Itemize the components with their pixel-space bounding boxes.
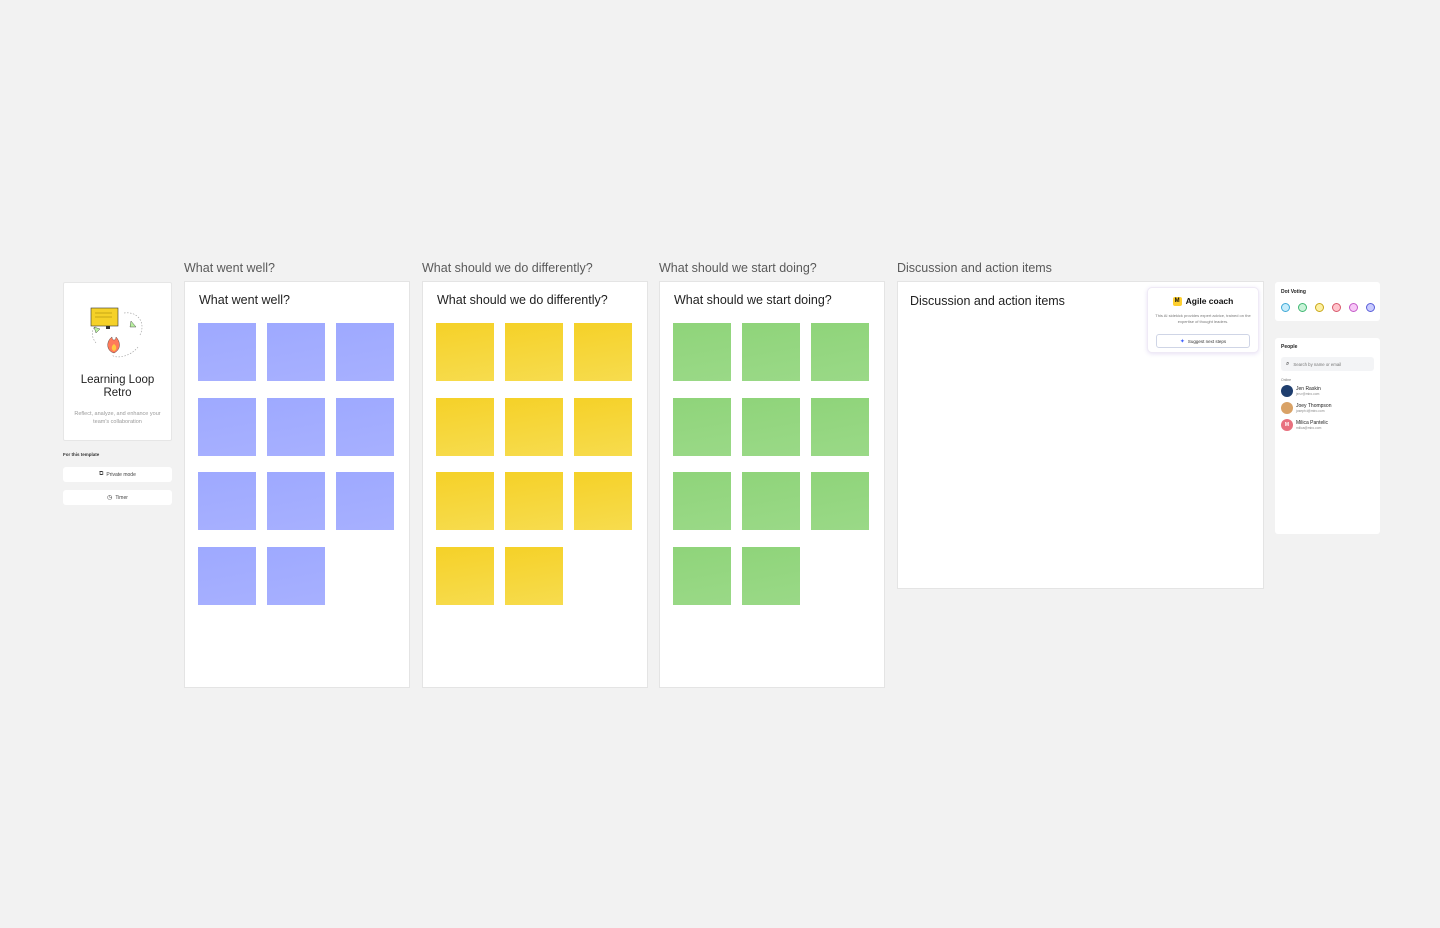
template-illustration-icon — [90, 307, 143, 358]
frame-label-discussion[interactable]: Discussion and action items — [897, 261, 1052, 275]
sticky-note[interactable] — [436, 397, 494, 456]
sticky-note[interactable] — [574, 397, 632, 456]
voting-dot[interactable] — [1298, 303, 1307, 312]
sticky-note[interactable] — [742, 546, 800, 605]
sticky-note[interactable] — [505, 546, 563, 605]
private-mode-icon: ⧉ — [99, 471, 104, 477]
person-email: milica@miro.com — [1296, 426, 1322, 430]
voting-dot[interactable] — [1366, 303, 1375, 312]
for-template-label: For this template — [63, 452, 100, 457]
frame-start-doing[interactable]: What should we start doing? — [659, 281, 885, 688]
suggest-next-steps-label: Suggest next steps — [1187, 338, 1227, 344]
people-card: People ⌕ Online Jen Raskin jen.r@miro.co… — [1275, 338, 1380, 534]
frame-label-do-differently[interactable]: What should we do differently? — [422, 261, 593, 275]
agile-coach-logo-icon: M — [1172, 296, 1182, 306]
person-item[interactable]: Joey Thompson joseph.t@miro.com — [1281, 402, 1331, 414]
sticky-note[interactable] — [436, 546, 494, 605]
sticky-note[interactable] — [198, 397, 256, 456]
sticky-note[interactable] — [436, 323, 494, 381]
sticky-note[interactable] — [336, 472, 394, 530]
sticky-note[interactable] — [574, 472, 632, 530]
agile-coach-card: M Agile coach This AI sidekick provides … — [1147, 287, 1259, 353]
frame-title: What went well? — [199, 293, 291, 307]
frame-title: What should we start doing? — [674, 293, 832, 307]
avatar — [1281, 385, 1293, 397]
people-title: People — [1281, 344, 1298, 350]
sticky-note[interactable] — [811, 323, 869, 381]
dot-voting-dots — [1281, 303, 1375, 312]
template-description: Reflect, analyze, and enhance your team'… — [74, 411, 161, 425]
sticky-note[interactable] — [673, 323, 731, 381]
sticky-note[interactable] — [742, 323, 800, 381]
sticky-note[interactable] — [267, 397, 325, 456]
voting-dot[interactable] — [1349, 303, 1358, 312]
template-title-line1: Learning Loop — [80, 374, 155, 386]
sticky-note[interactable] — [198, 472, 256, 530]
frame-went-well[interactable]: What went well? — [184, 281, 410, 688]
sticky-note[interactable] — [742, 472, 800, 530]
avatar — [1281, 402, 1293, 414]
frame-label-went-well[interactable]: What went well? — [184, 261, 275, 275]
timer-label: Timer — [115, 494, 128, 501]
sticky-note[interactable] — [267, 546, 325, 605]
agile-coach-description: This AI sidekick provides expert advice,… — [1155, 313, 1251, 324]
agile-coach-title: Agile coach — [1185, 296, 1234, 306]
sticky-note[interactable] — [198, 546, 256, 605]
frame-label-start-doing[interactable]: What should we start doing? — [659, 261, 817, 275]
sticky-note[interactable] — [811, 472, 869, 530]
suggest-next-steps-button[interactable]: ✦ Suggest next steps — [1156, 334, 1250, 348]
sticky-note[interactable] — [505, 472, 563, 530]
sticky-note[interactable] — [742, 397, 800, 456]
private-mode-label: Private mode — [106, 471, 136, 478]
person-item[interactable]: Jen Raskin jen.r@miro.com — [1281, 385, 1321, 397]
frame-title: Discussion and action items — [910, 294, 1065, 308]
voting-dot[interactable] — [1315, 303, 1324, 312]
sticky-note[interactable] — [198, 323, 256, 381]
person-item[interactable]: M Milica Pantelic milica@miro.com — [1281, 419, 1328, 431]
people-search-input[interactable] — [1293, 361, 1374, 367]
sticky-note[interactable] — [811, 397, 869, 456]
sticky-note[interactable] — [505, 397, 563, 456]
frame-do-differently[interactable]: What should we do differently? — [422, 281, 648, 688]
sticky-note[interactable] — [673, 546, 731, 605]
people-search[interactable]: ⌕ — [1281, 357, 1374, 371]
timer-button[interactable]: ◷ Timer — [63, 490, 172, 505]
template-title-line2: Retro — [103, 387, 132, 399]
sticky-note[interactable] — [267, 472, 325, 530]
sticky-note[interactable] — [336, 397, 394, 456]
timer-icon: ◷ — [107, 495, 113, 501]
avatar: M — [1281, 419, 1293, 431]
private-mode-button[interactable]: ⧉ Private mode — [63, 467, 172, 482]
template-title: Learning Loop Retro — [64, 374, 171, 400]
sticky-note[interactable] — [574, 323, 632, 381]
sticky-note[interactable] — [505, 323, 563, 381]
voting-dot[interactable] — [1281, 303, 1290, 312]
search-icon: ⌕ — [1286, 360, 1290, 367]
template-card: Learning Loop Retro Reflect, analyze, an… — [63, 282, 172, 441]
sticky-note[interactable] — [267, 323, 325, 381]
voting-dot[interactable] — [1332, 303, 1341, 312]
sparkle-icon: ✦ — [1179, 338, 1185, 345]
sticky-note[interactable] — [673, 397, 731, 456]
person-email: jen.r@miro.com — [1296, 392, 1320, 396]
frame-title: What should we do differently? — [437, 293, 608, 307]
sticky-note[interactable] — [436, 472, 494, 530]
dot-voting-card: Dot Voting — [1275, 282, 1380, 321]
sticky-note[interactable] — [673, 472, 731, 530]
person-email: joseph.t@miro.com — [1296, 409, 1325, 413]
online-label: Online — [1281, 378, 1292, 382]
dot-voting-title: Dot Voting — [1281, 289, 1306, 295]
sticky-note[interactable] — [336, 323, 394, 381]
